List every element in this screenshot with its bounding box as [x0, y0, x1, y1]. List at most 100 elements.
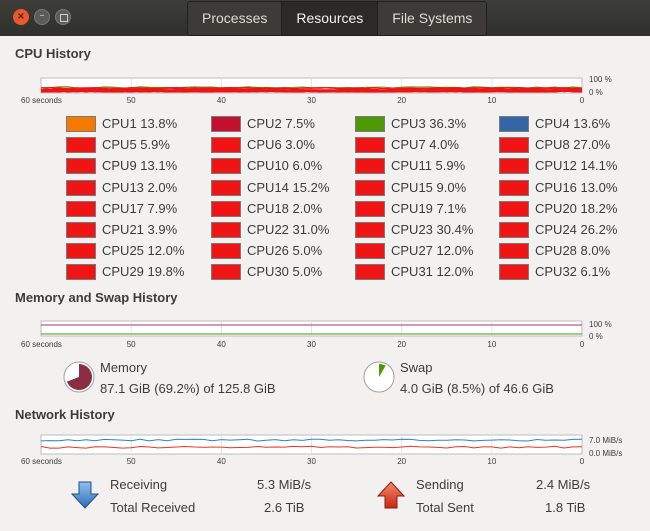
cpu-color-swatch[interactable] [499, 158, 529, 175]
cpu-color-swatch[interactable] [66, 200, 96, 217]
tab-processes[interactable]: Processes [188, 2, 283, 35]
tab-resources[interactable]: Resources [282, 2, 379, 35]
graph-tick-label: 20 [397, 340, 406, 349]
cpu-color-swatch[interactable] [499, 179, 529, 196]
cpu-color-swatch[interactable] [66, 179, 96, 196]
cpu-color-swatch[interactable] [66, 116, 96, 132]
cpu-color-swatch[interactable] [355, 179, 385, 196]
total-sent-label: Total Sent [416, 500, 474, 515]
system-monitor-window: × – Processes Resources File Systems CPU… [0, 0, 650, 531]
cpu-color-swatch[interactable] [355, 116, 385, 132]
total-sent-value: 1.8 TiB [545, 500, 586, 515]
swap-label: Swap [400, 360, 433, 375]
cpu-color-swatch[interactable] [499, 137, 529, 154]
cpu-usage-label: CPU14 15.2% [247, 179, 330, 195]
graph-tick-label: 20 [397, 96, 406, 105]
cpu-color-swatch[interactable] [66, 264, 96, 281]
cpu-color-swatch[interactable] [66, 222, 96, 238]
receiving-value: 5.3 MiB/s [257, 477, 312, 492]
graph-tick-label: 30 [307, 340, 316, 349]
cpu-usage-label: CPU27 12.0% [391, 243, 474, 259]
cpu-graph-ymin-label: 0 % [589, 88, 603, 97]
cpu-usage-label: CPU3 36.3% [391, 116, 467, 131]
network-history-graph: 7.0 MiB/s 0.0 MiB/s 60 seconds 50 40 30 20 1… [21, 434, 622, 466]
memory-value: 87.1 GiB (69.2%) of 125.8 GiB [100, 381, 276, 396]
memory-history-graph: 100 % 0 % 60 seconds 50 40 30 20 10 0 [21, 320, 612, 349]
cpu-usage-label: CPU2 7.5% [247, 116, 315, 131]
receiving-arrow-icon[interactable] [70, 480, 100, 510]
sending-arrow-icon[interactable] [376, 480, 406, 510]
cpu-color-swatch[interactable] [211, 179, 241, 196]
graph-tick-label: 0 [580, 340, 585, 349]
cpu-color-swatch[interactable] [355, 137, 385, 154]
cpu-color-swatch[interactable] [66, 158, 96, 175]
memory-label: Memory [100, 360, 147, 375]
cpu-color-swatch[interactable] [355, 243, 385, 260]
graph-tick-label: 10 [487, 340, 496, 349]
graph-tick-label: 50 [127, 457, 136, 466]
cpu-color-swatch[interactable] [499, 222, 529, 238]
cpu-color-swatch[interactable] [499, 264, 529, 281]
graph-tick-label: 30 [307, 457, 316, 466]
cpu-color-swatch[interactable] [211, 116, 241, 132]
cpu-usage-label: CPU5 5.9% [102, 137, 170, 153]
cpu-color-swatch[interactable] [211, 158, 241, 175]
cpu-color-swatch[interactable] [211, 243, 241, 260]
cpu-usage-label: CPU7 4.0% [391, 137, 459, 153]
cpu-color-swatch[interactable] [499, 116, 529, 132]
cpu-color-swatch[interactable] [211, 264, 241, 281]
memory-pie-chart[interactable] [62, 360, 96, 394]
view-tabs: Processes Resources File Systems [187, 1, 488, 36]
cpu-color-swatch[interactable] [499, 200, 529, 217]
total-received-label: Total Received [110, 500, 196, 515]
cpu-color-swatch[interactable] [211, 222, 241, 238]
network-graph-time-label: 60 seconds [21, 457, 62, 466]
cpu-usage-label: CPU8 27.0% [535, 137, 611, 153]
graph-tick-label: 40 [217, 340, 226, 349]
cpu-usage-label: CPU26 5.0% [247, 243, 323, 259]
cpu-color-swatch[interactable] [355, 200, 385, 217]
cpu-usage-label: CPU12 14.1% [535, 158, 618, 174]
graph-tick-label: 10 [487, 96, 496, 105]
cpu-usage-label: CPU4 13.6% [535, 116, 611, 131]
cpu-usage-label: CPU19 7.1% [391, 200, 467, 216]
cpu-usage-label: CPU15 9.0% [391, 179, 467, 195]
memory-graph-ymax-label: 100 % [589, 320, 612, 329]
cpu-history-title: CPU History [15, 46, 91, 61]
cpu-usage-label: CPU17 7.9% [102, 200, 178, 216]
network-graph-ymax-label: 7.0 MiB/s [589, 436, 622, 445]
swap-value: 4.0 GiB (8.5%) of 46.6 GiB [400, 381, 554, 396]
title-bar: × – Processes Resources File Systems [0, 0, 650, 36]
minimize-window-button[interactable]: – [34, 9, 50, 25]
cpu-usage-label: CPU29 19.8% [102, 264, 185, 280]
cpu-usage-label: CPU9 13.1% [102, 158, 178, 174]
cpu-color-swatch[interactable] [355, 222, 385, 238]
swap-pie-chart[interactable] [362, 360, 396, 394]
cpu-usage-lines [40, 86, 583, 93]
graph-tick-label: 50 [127, 340, 136, 349]
memory-graph-time-label: 60 seconds [21, 340, 62, 349]
cpu-usage-label: CPU30 5.0% [247, 264, 323, 280]
cpu-graph-ymax-label: 100 % [589, 75, 612, 84]
cpu-color-swatch[interactable] [66, 137, 96, 154]
cpu-color-swatch[interactable] [211, 200, 241, 217]
cpu-graph-ticks: 50 40 30 20 10 0 [127, 96, 585, 105]
cpu-usage-label: CPU1 13.8% [102, 116, 178, 131]
close-window-button[interactable]: × [13, 9, 29, 25]
cpu-usage-label: CPU23 30.4% [391, 222, 474, 237]
cpu-usage-label: CPU6 3.0% [247, 137, 315, 153]
cpu-usage-label: CPU21 3.9% [102, 222, 178, 237]
graph-tick-label: 20 [397, 457, 406, 466]
cpu-usage-label: CPU13 2.0% [102, 179, 178, 195]
sending-value: 2.4 MiB/s [536, 477, 591, 492]
tab-file-systems[interactable]: File Systems [378, 2, 487, 35]
cpu-color-swatch[interactable] [66, 243, 96, 260]
cpu-color-swatch[interactable] [355, 158, 385, 175]
cpu-color-swatch[interactable] [499, 243, 529, 260]
cpu-usage-label: CPU22 31.0% [247, 222, 330, 237]
cpu-usage-label: CPU32 6.1% [535, 264, 611, 280]
cpu-color-swatch[interactable] [355, 264, 385, 281]
maximize-window-button[interactable] [55, 9, 71, 25]
cpu-graph-time-label: 60 seconds [21, 96, 62, 105]
cpu-color-swatch[interactable] [211, 137, 241, 154]
